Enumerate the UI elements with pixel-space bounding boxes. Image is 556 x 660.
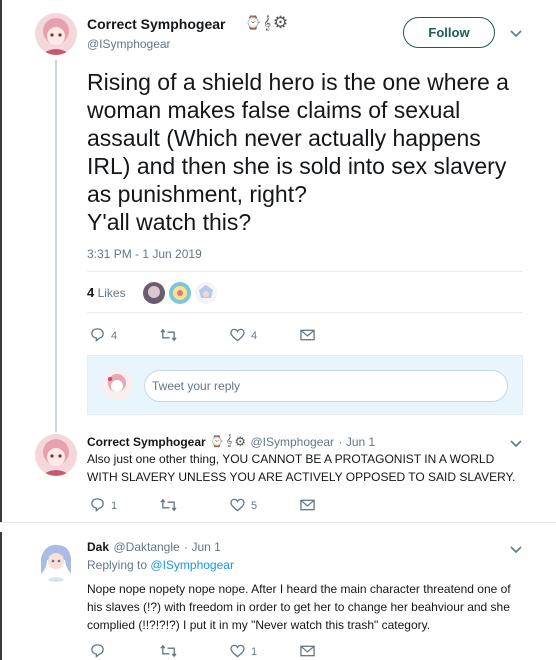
liker-avatar[interactable]: [195, 282, 217, 304]
replying-to-link[interactable]: @ISymphogear: [150, 558, 234, 572]
avatar: [102, 370, 132, 400]
reply-count: 1: [111, 500, 118, 512]
watch-icon: ⌚: [210, 436, 224, 449]
reply-text: Also just one other thing, YOU CANNOT BE…: [87, 452, 516, 484]
envelope-icon: [300, 645, 315, 660]
likes-stat[interactable]: 4 Likes: [87, 285, 126, 300]
reply-button[interactable]: 1: [90, 497, 160, 515]
heart-icon: [230, 498, 245, 515]
retweet-button[interactable]: [160, 498, 230, 515]
reply-count: 4: [111, 330, 118, 342]
tweet-actions: 1 5: [90, 497, 315, 515]
divider: [0, 522, 556, 532]
music-score-icon: 𝄞: [263, 15, 271, 30]
gear-icon: ⚙: [272, 13, 289, 32]
chevron-down-icon[interactable]: [510, 543, 522, 557]
reply-button[interactable]: [90, 643, 160, 660]
username[interactable]: @ISymphogear: [250, 435, 334, 449]
music-score-icon: 𝄞: [225, 435, 233, 448]
avatar[interactable]: [35, 540, 77, 582]
likes-label: Likes: [97, 286, 126, 300]
direct-message-button[interactable]: [300, 329, 315, 344]
display-name[interactable]: Dak: [87, 540, 109, 554]
reply-icon: [90, 643, 105, 660]
reply-date[interactable]: · Jun 1: [339, 435, 376, 449]
window-edge: [0, 0, 2, 660]
reply-date[interactable]: · Jun 1: [184, 540, 221, 554]
replying-to: Replying to @ISymphogear: [87, 558, 234, 572]
heart-icon: [230, 328, 245, 345]
chevron-down-icon[interactable]: [510, 27, 522, 41]
follow-button[interactable]: Follow: [403, 17, 495, 48]
direct-message-button[interactable]: [300, 645, 315, 660]
reply-button[interactable]: 4: [90, 327, 160, 345]
reply-header: Dak @Daktangle · Jun 1: [87, 538, 221, 556]
username[interactable]: @Daktangle: [113, 540, 179, 554]
retweet-icon: [160, 328, 177, 345]
like-count: 1: [251, 646, 258, 658]
divider: [87, 271, 523, 272]
reply-header: Correct Symphogear ⌚ 𝄞 ⚙ @ISymphogear · …: [87, 433, 375, 451]
thread-line: [55, 60, 57, 432]
display-name[interactable]: Correct Symphogear: [87, 435, 206, 449]
reply-text: Nope nope nopety nope nope. After I hear…: [87, 582, 511, 632]
name-emoji-group: ⌚ 𝄞 ⚙: [245, 13, 288, 33]
direct-message-button[interactable]: [300, 499, 315, 514]
reply-icon: [90, 327, 105, 345]
reply-icon: [90, 497, 105, 515]
watch-icon: ⌚: [245, 15, 262, 30]
liker-avatars: [143, 282, 217, 304]
liker-avatar[interactable]: [143, 282, 165, 304]
envelope-icon: [300, 329, 315, 344]
reply-input[interactable]: Tweet your reply: [144, 370, 508, 402]
chevron-down-icon[interactable]: [510, 437, 522, 451]
username[interactable]: @ISymphogear: [87, 37, 171, 51]
name-emoji-group: ⌚ 𝄞 ⚙: [210, 434, 246, 450]
retweet-icon: [160, 644, 177, 660]
tweet-actions: 4 4: [90, 327, 315, 345]
tweet-timestamp[interactable]: 3:31 PM - 1 Jun 2019: [87, 247, 202, 261]
like-count: 5: [251, 500, 258, 512]
retweet-icon: [160, 498, 177, 515]
avatar[interactable]: [35, 434, 77, 476]
likes-count: 4: [87, 285, 95, 300]
reply-composer: Tweet your reply: [87, 355, 523, 415]
heart-icon: [230, 644, 245, 660]
display-name[interactable]: Correct Symphogear: [87, 16, 225, 32]
avatar[interactable]: [35, 13, 77, 55]
retweet-button[interactable]: [160, 644, 230, 660]
divider: [87, 312, 523, 313]
tweet-actions: 1: [90, 643, 315, 660]
replying-to-label: Replying to: [87, 558, 148, 572]
retweet-button[interactable]: [160, 328, 230, 345]
gear-icon: ⚙: [234, 433, 247, 449]
liker-avatar[interactable]: [169, 282, 191, 304]
envelope-icon: [300, 499, 315, 514]
like-button[interactable]: 1: [230, 644, 300, 660]
tweet-text: Rising of a shield hero is the one where…: [87, 69, 509, 235]
like-button[interactable]: 5: [230, 498, 300, 515]
like-button[interactable]: 4: [230, 328, 300, 345]
like-count: 4: [251, 330, 258, 342]
